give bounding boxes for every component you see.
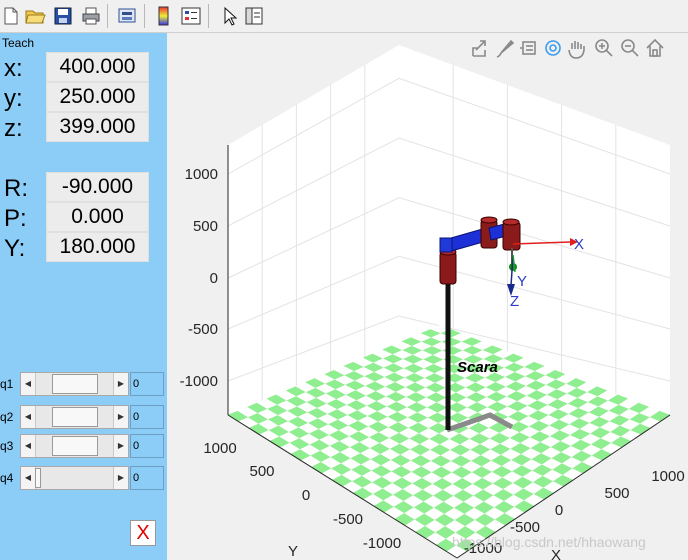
- y-tick-label: 1000: [203, 440, 236, 457]
- y-tick-label: 500: [249, 463, 274, 480]
- y-tick-label: -500: [333, 511, 363, 528]
- print-preview-icon[interactable]: [116, 5, 138, 27]
- x-tick-label: 0: [555, 502, 563, 519]
- joint-value-q4[interactable]: 0: [130, 466, 164, 490]
- joint-label-q4: q4: [0, 471, 14, 485]
- plot-tools-icon[interactable]: [243, 5, 265, 27]
- data-tips-icon[interactable]: [520, 41, 536, 55]
- pitch-label: P:: [4, 205, 27, 232]
- slider-right-arrow-icon[interactable]: ▶: [113, 467, 128, 489]
- y-tick-label: 0: [302, 487, 310, 504]
- frame-x-label: X: [574, 236, 584, 253]
- slider-left-arrow-icon[interactable]: ◀: [21, 373, 36, 395]
- z-label: z:: [4, 115, 23, 142]
- watermark: https://blog.csdn.net/hhaowang: [452, 534, 646, 550]
- z-tick-label: -1000: [180, 373, 218, 390]
- joint-value-q1[interactable]: 0: [130, 372, 164, 396]
- slider-thumb[interactable]: [51, 407, 98, 427]
- pan-icon[interactable]: [568, 41, 585, 59]
- joint1-cylinder: [439, 251, 457, 285]
- legend-icon[interactable]: [180, 5, 202, 27]
- y-axis-label: Y: [288, 543, 298, 560]
- open-folder-icon[interactable]: [24, 5, 46, 27]
- home-icon[interactable]: [646, 38, 664, 57]
- slider-left-arrow-icon[interactable]: ◀: [21, 467, 36, 489]
- z-value: 399.000: [46, 112, 149, 142]
- robot-3d-plot[interactable]: 10005000-500-100010005000-500-1000 -1000-…: [167, 33, 688, 560]
- joint-label-q3: q3: [0, 439, 14, 453]
- x-tick-label: 1000: [651, 468, 684, 485]
- frame-y-label: Y: [517, 273, 527, 290]
- slider-thumb[interactable]: [35, 468, 41, 488]
- pointer-icon[interactable]: [218, 5, 240, 27]
- z-tick-label: 500: [193, 218, 218, 235]
- axes-toolbar: [470, 36, 670, 60]
- joint-slider-q1[interactable]: ◀ ▶: [20, 372, 129, 396]
- close-button[interactable]: X: [130, 520, 156, 546]
- pitch-value: 0.000: [46, 202, 149, 232]
- slider-right-arrow-icon[interactable]: ▶: [113, 406, 128, 428]
- rotate-3d-icon[interactable]: [545, 40, 561, 56]
- joint-label-q2: q2: [0, 410, 14, 424]
- zoom-in-icon[interactable]: [595, 39, 613, 57]
- frame-z-label: Z: [510, 293, 519, 310]
- joint-label-q1: q1: [0, 377, 14, 391]
- x-tick-label: 500: [604, 485, 629, 502]
- y-tick-label: -1000: [363, 535, 401, 552]
- figure-toolbar: [0, 0, 688, 33]
- slider-right-arrow-icon[interactable]: ▶: [113, 435, 128, 457]
- brush-icon[interactable]: [496, 39, 515, 58]
- joint-value-q2[interactable]: 0: [130, 405, 164, 429]
- z-tick-label: -500: [188, 321, 218, 338]
- robot-name-label: Scara: [457, 359, 498, 376]
- slider-thumb[interactable]: [51, 374, 98, 394]
- roll-label: R:: [4, 175, 28, 202]
- plot-axes[interactable]: 1000 500 0 -500 -1000 1000 500 0 -500 -1000 -1000-…: [167, 33, 688, 560]
- export-icon[interactable]: [472, 40, 486, 57]
- x-label: x:: [4, 55, 23, 82]
- joint-slider-q4[interactable]: ◀ ▶: [20, 466, 129, 490]
- joint-slider-q3[interactable]: ◀ ▶: [20, 434, 129, 458]
- joint3-cylinder: [502, 221, 521, 251]
- joint-value-q3[interactable]: 0: [130, 434, 164, 458]
- slider-right-arrow-icon[interactable]: ▶: [113, 373, 128, 395]
- yaw-value: 180.000: [46, 232, 149, 262]
- roll-value: -90.000: [46, 172, 149, 202]
- print-icon[interactable]: [80, 5, 102, 27]
- yaw-label: Y:: [4, 235, 26, 262]
- x-value: 400.000: [46, 52, 149, 82]
- y-value: 250.000: [46, 82, 149, 112]
- panel-title: Teach: [0, 36, 37, 50]
- z-tick-label: 1000: [185, 166, 218, 183]
- z-tick-label: 0: [210, 270, 218, 287]
- y-label: y:: [4, 85, 23, 112]
- slider-thumb[interactable]: [51, 436, 98, 456]
- save-icon[interactable]: [52, 5, 74, 27]
- joint-slider-q2[interactable]: ◀ ▶: [20, 405, 129, 429]
- slider-left-arrow-icon[interactable]: ◀: [21, 406, 36, 428]
- zoom-out-icon[interactable]: [621, 39, 639, 57]
- colorbar-icon[interactable]: [153, 5, 175, 27]
- slider-left-arrow-icon[interactable]: ◀: [21, 435, 36, 457]
- new-file-icon[interactable]: [0, 5, 22, 27]
